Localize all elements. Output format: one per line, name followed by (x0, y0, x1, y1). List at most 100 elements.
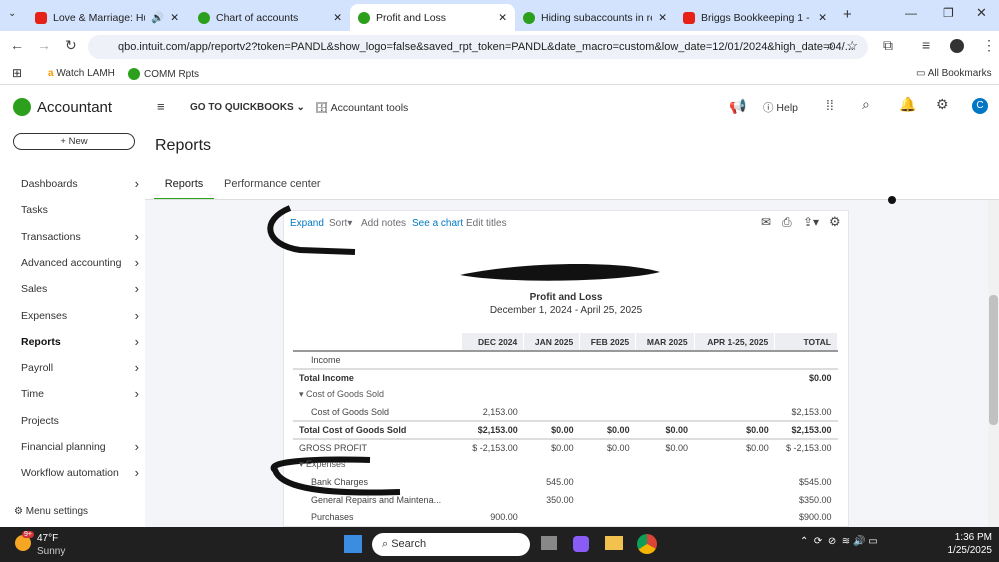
extensions-icon[interactable]: ⧉ (883, 37, 893, 54)
url-bar[interactable]: qbo.intuit.com/app/reportv2?token=PANDL&… (88, 35, 868, 59)
column-header[interactable]: DEC 2024 (461, 333, 525, 352)
apps-icon[interactable]: ⊞ (12, 66, 22, 80)
close-window-button[interactable]: ✕ (976, 5, 987, 21)
bookmark-star-icon[interactable]: ☆ (846, 38, 858, 54)
settings-icon[interactable]: ⚙ (936, 96, 949, 113)
search-icon[interactable]: ⌕ (862, 96, 870, 113)
close-tab-icon[interactable]: ✕ (170, 12, 179, 24)
sidebar-item-projects[interactable]: Projects (21, 415, 139, 427)
reload-icon[interactable]: ↻ (65, 37, 77, 54)
sidebar-item-transactions[interactable]: Transactions › (21, 230, 139, 243)
go-to-quickbooks[interactable]: GO TO QUICKBOOKS ⌄ (190, 102, 305, 113)
cell-value (580, 404, 636, 422)
sidebar-item-reports[interactable]: Reports › (21, 335, 139, 348)
sidebar-item-label: Transactions (21, 230, 81, 243)
sidebar-item-workflow-automation[interactable]: Workflow automation › (21, 466, 139, 479)
chrome-icon[interactable] (637, 534, 657, 554)
all-bookmarks[interactable]: ▭ All Bookmarks (916, 68, 992, 79)
browser-tab[interactable]: Love & Marriage: Huntsv 🔊 ✕ (27, 4, 187, 31)
sidebar-item-label: Projects (21, 414, 59, 427)
clock-date[interactable]: 1/25/2025 (918, 545, 993, 556)
print-icon[interactable]: ⎙ (782, 215, 792, 230)
close-tab-icon[interactable]: ✕ (818, 12, 827, 24)
cell-value (461, 386, 524, 404)
close-tab-icon[interactable]: ✕ (498, 12, 507, 24)
table-row: Bank Charges 545.00 $545.00 (293, 474, 838, 492)
column-header[interactable]: MAR 2025 (635, 333, 695, 352)
user-avatar[interactable]: C (972, 98, 988, 114)
row-label[interactable]: ▾ Expenses (293, 456, 461, 474)
cell-value (775, 456, 838, 474)
cell-value: $545.00 (798, 477, 832, 488)
new-tab-button[interactable]: + (843, 6, 852, 23)
minimize-button[interactable]: — (905, 6, 917, 20)
column-header[interactable]: TOTAL (774, 333, 838, 352)
column-header[interactable]: JAN 2025 (523, 333, 581, 352)
apps-grid-icon[interactable]: ⁞⁞ (826, 97, 834, 113)
youtube-icon (35, 11, 47, 24)
row-label[interactable]: ▾ Cost of Goods Sold (293, 386, 461, 404)
email-icon[interactable]: ✉ (761, 215, 771, 229)
zoom-icon[interactable]: ⌕ (827, 38, 834, 54)
sidebar-item-time[interactable]: Time › (21, 387, 139, 401)
media-icon[interactable]: ≡ (922, 37, 930, 53)
sidebar-item-label: Time (21, 388, 44, 401)
file-explorer-icon[interactable] (605, 536, 623, 550)
new-button[interactable]: + New (13, 133, 135, 150)
clock-time[interactable]: 1:36 PM (928, 532, 992, 543)
tab-search-button[interactable]: ⌄ (8, 8, 16, 19)
browser-tab[interactable]: Chart of accounts ✕ (190, 4, 350, 31)
chevron-right-icon: › (134, 176, 139, 191)
quickbooks-icon (523, 11, 535, 24)
sidebar-item-tasks[interactable]: Tasks (21, 204, 139, 216)
browser-tab[interactable]: Profit and Loss ✕ (350, 4, 515, 31)
temperature[interactable]: 47°F (37, 533, 58, 544)
close-tab-icon[interactable]: ✕ (658, 12, 667, 24)
restore-button[interactable]: ❐ (943, 6, 954, 20)
copilot-icon[interactable] (573, 536, 589, 552)
report-title: Profit and Loss (529, 292, 603, 303)
column-header[interactable]: FEB 2025 (579, 333, 637, 352)
column-header[interactable] (293, 333, 462, 352)
taskbar-search[interactable]: ⌕ Search (372, 533, 530, 556)
bookmark-watch-lamh[interactable]: a Watch LAMH (48, 68, 115, 79)
task-view-icon[interactable] (541, 536, 557, 550)
help-button[interactable]: ⓘ Help (763, 100, 798, 115)
accountant-tools[interactable]: 🗄 Accountant tools (315, 101, 408, 114)
weather-text: Sunny (37, 546, 66, 557)
tab-reports[interactable]: Reports (154, 178, 214, 201)
scrollbar-thumb[interactable] (989, 295, 998, 425)
notifications-icon[interactable]: 🔔 (899, 96, 916, 113)
cell-value (461, 474, 524, 492)
profile-avatar[interactable] (950, 39, 964, 53)
start-icon[interactable] (344, 535, 362, 553)
report-settings-icon[interactable]: ⚙ (829, 214, 841, 230)
browser-tab[interactable]: Briggs Bookkeeping 1 - You ✕ (675, 4, 835, 31)
back-icon[interactable]: ← (10, 37, 24, 53)
cell-value (523, 367, 580, 386)
audio-icon[interactable]: 🔊 (151, 11, 164, 24)
sidebar-item-expenses[interactable]: Expenses › (21, 309, 139, 322)
announcement-icon[interactable]: 📢 (729, 98, 746, 115)
sidebar-item-advanced-accounting[interactable]: Advanced accounting › (21, 256, 139, 269)
sidebar-item-sales[interactable]: Sales › (21, 282, 139, 295)
bookmark-comm-rpts[interactable]: COMM Rpts (128, 68, 199, 80)
qb-accountant-logo[interactable]: Accountant (13, 98, 112, 116)
sidebar-item-dashboards[interactable]: Dashboards › (21, 176, 139, 191)
browser-tab[interactable]: Hiding subaccounts in repor ✕ (515, 4, 675, 31)
tab-performance-center[interactable]: Performance center (224, 178, 321, 190)
close-tab-icon[interactable]: ✕ (333, 12, 342, 24)
column-header[interactable]: APR 1-25, 2025 (694, 333, 776, 352)
scrollbar[interactable] (988, 200, 999, 527)
sidebar-item-label: Tasks (21, 204, 48, 217)
tray-icons[interactable]: ⌃ ⟳ ⊘ ≋ 🔊 ▭ (800, 536, 878, 547)
sidebar-item-payroll[interactable]: Payroll › (21, 361, 139, 374)
menu-icon[interactable]: ⋮ (982, 37, 996, 54)
export-icon[interactable]: ⇪▾ (803, 215, 819, 229)
sidebar-item-financial-planning[interactable]: Financial planning › (21, 440, 139, 453)
quickbooks-logo-icon (13, 98, 31, 116)
collapse-menu-icon[interactable]: ≡ (157, 99, 165, 114)
tab-title: Love & Marriage: Huntsv (53, 11, 145, 24)
forward-icon[interactable]: → (37, 37, 51, 53)
menu-settings[interactable]: ⚙ Menu settings (14, 506, 88, 517)
